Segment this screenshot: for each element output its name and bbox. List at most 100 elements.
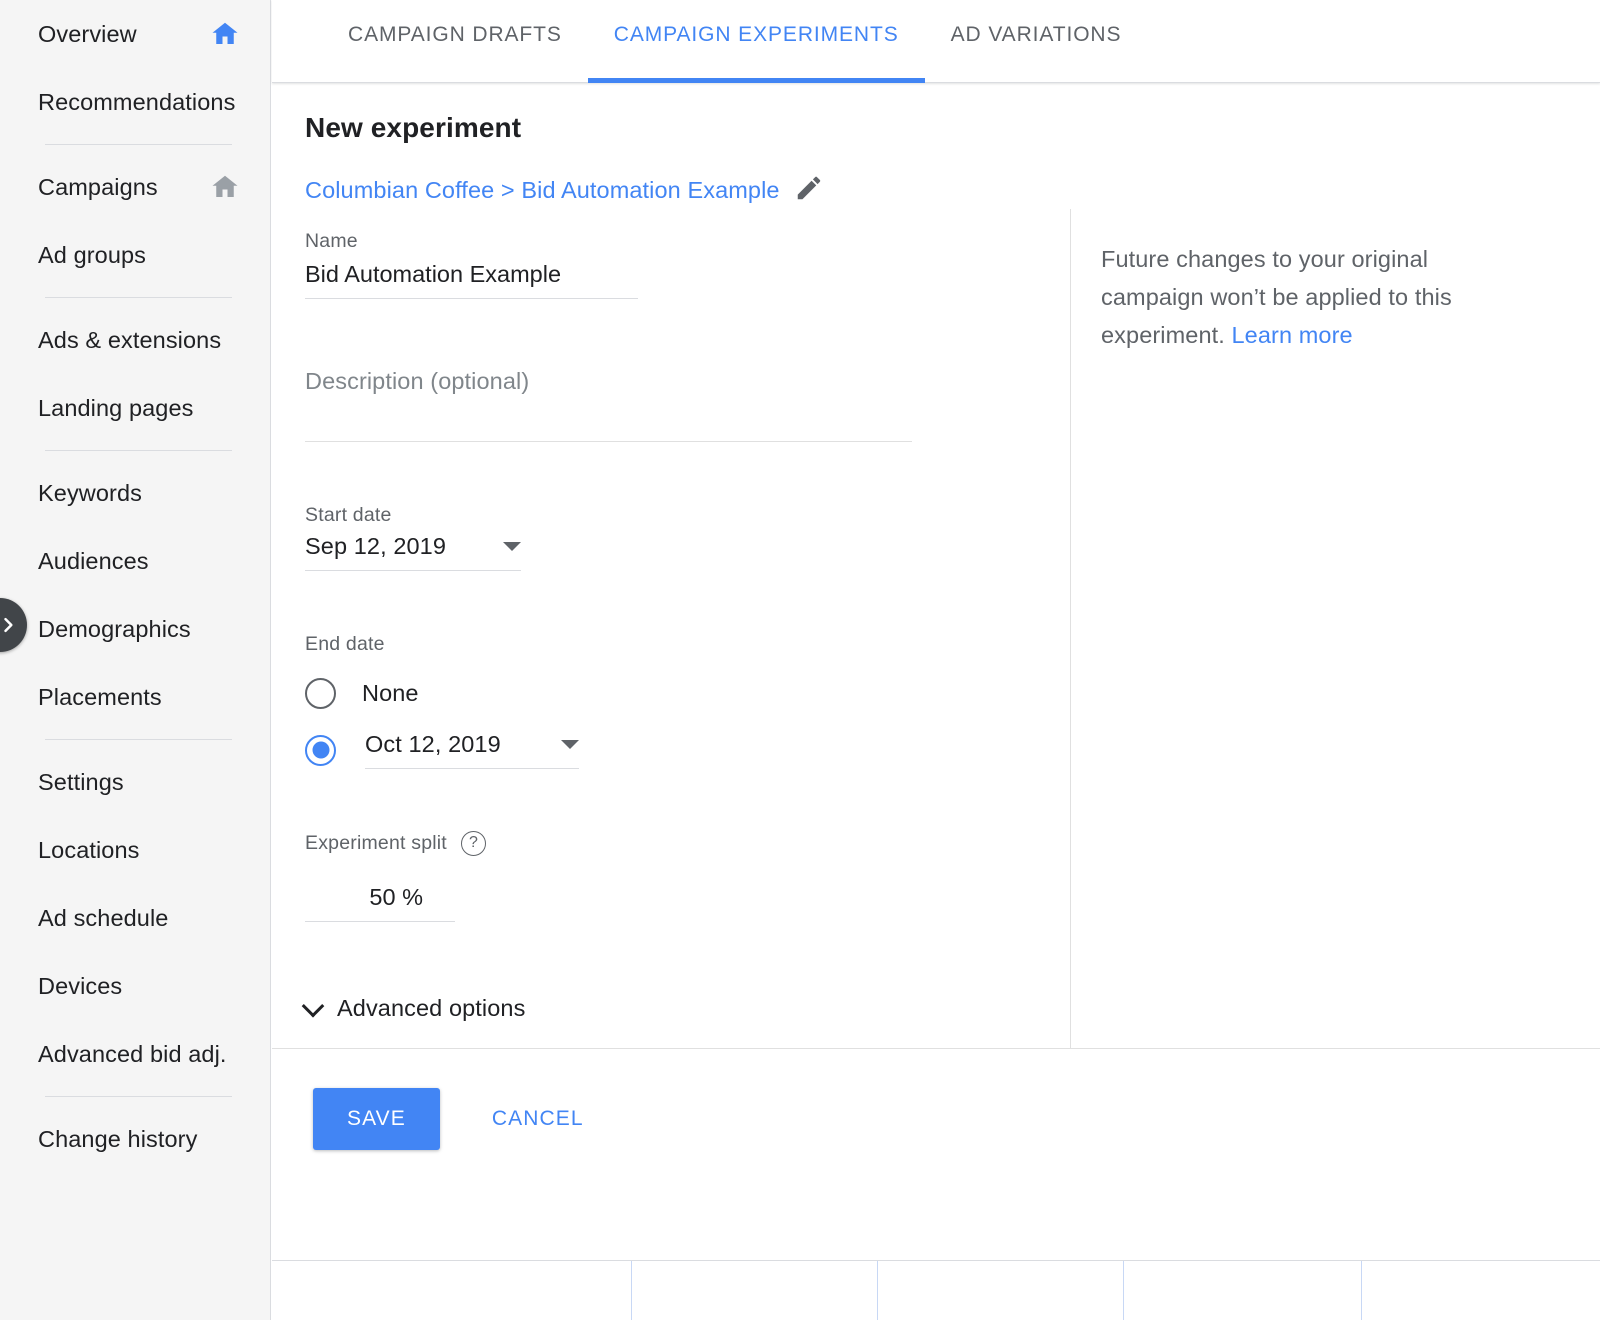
sidebar-item-audiences[interactable]: Audiences <box>0 527 270 595</box>
pencil-icon[interactable] <box>794 173 824 208</box>
sidebar-item-label: Demographics <box>38 616 191 643</box>
sidebar-item-label: Recommendations <box>38 89 235 116</box>
table-column-divider <box>1362 1261 1600 1320</box>
sidebar-item-advanced-bid-adj[interactable]: Advanced bid adj. <box>0 1020 270 1088</box>
radio-button-none[interactable] <box>305 678 336 709</box>
sidebar-item-recommendations[interactable]: Recommendations <box>0 68 270 136</box>
info-panel: Future changes to your original campaign… <box>1101 240 1491 354</box>
table-column-divider <box>878 1261 1124 1320</box>
tab-label: CAMPAIGN EXPERIMENTS <box>614 23 899 46</box>
vertical-divider <box>1070 209 1071 1185</box>
sidebar-item-label: Locations <box>38 837 140 864</box>
experiment-form-area: New experiment Columbian Coffee > Bid Au… <box>272 83 1600 1131</box>
sidebar-item-label: Landing pages <box>38 395 194 422</box>
end-date-none-label: None <box>362 680 419 707</box>
sidebar-item-keywords[interactable]: Keywords <box>0 459 270 527</box>
advanced-options-toggle[interactable]: Advanced options <box>305 995 1065 1022</box>
table-column-divider <box>632 1261 878 1320</box>
sidebar-group: Settings Locations Ad schedule Devices A… <box>0 748 270 1088</box>
learn-more-link[interactable]: Learn more <box>1232 322 1353 348</box>
left-sidebar: Overview Recommendations Campaigns Ad gr… <box>0 0 271 1320</box>
sidebar-item-label: Settings <box>38 769 124 796</box>
sidebar-item-label: Placements <box>38 684 162 711</box>
cancel-button[interactable]: CANCEL <box>472 1088 604 1150</box>
end-date-none-option[interactable]: None <box>305 678 1065 709</box>
chevron-down-icon <box>561 740 579 749</box>
radio-button-date[interactable] <box>305 735 336 766</box>
main-content: CAMPAIGN DRAFTS CAMPAIGN EXPERIMENTS AD … <box>272 0 1600 1320</box>
end-date-select[interactable]: Oct 12, 2019 <box>365 731 579 769</box>
breadcrumb: Columbian Coffee > Bid Automation Exampl… <box>305 173 1065 208</box>
sidebar-item-demographics[interactable]: Demographics <box>0 595 270 663</box>
description-input[interactable]: Description (optional) <box>305 368 912 442</box>
sidebar-item-locations[interactable]: Locations <box>0 816 270 884</box>
tab-campaign-drafts[interactable]: CAMPAIGN DRAFTS <box>322 23 588 47</box>
experiment-split-group: Experiment split ? 50 % <box>305 831 1065 922</box>
app-root: Overview Recommendations Campaigns Ad gr… <box>0 0 1600 1320</box>
tab-label: CAMPAIGN DRAFTS <box>348 23 562 46</box>
home-icon <box>210 19 240 49</box>
sidebar-item-label: Ad schedule <box>38 905 168 932</box>
name-label: Name <box>305 230 1065 253</box>
experiment-form: Columbian Coffee > Bid Automation Exampl… <box>305 173 1065 1022</box>
chevron-down-icon <box>503 542 521 551</box>
sidebar-item-ads-extensions[interactable]: Ads & extensions <box>0 306 270 374</box>
advanced-options-label: Advanced options <box>337 995 525 1022</box>
sidebar-item-label: Change history <box>38 1126 197 1153</box>
sidebar-group: Change history <box>0 1105 270 1173</box>
sidebar-item-landing-pages[interactable]: Landing pages <box>0 374 270 442</box>
end-date-value: Oct 12, 2019 <box>365 731 501 758</box>
sidebar-item-label: Ads & extensions <box>38 327 221 354</box>
sidebar-item-settings[interactable]: Settings <box>0 748 270 816</box>
help-circle-icon[interactable]: ? <box>461 831 486 856</box>
tab-campaign-experiments[interactable]: CAMPAIGN EXPERIMENTS <box>588 23 925 47</box>
sidebar-item-ad-schedule[interactable]: Ad schedule <box>0 884 270 952</box>
sidebar-item-ad-groups[interactable]: Ad groups <box>0 221 270 289</box>
sidebar-item-change-history[interactable]: Change history <box>0 1105 270 1173</box>
tab-label: AD VARIATIONS <box>951 23 1122 46</box>
sidebar-item-campaigns[interactable]: Campaigns <box>0 153 270 221</box>
sidebar-group: Keywords Audiences Demographics Placemen… <box>0 459 270 731</box>
page-title: New experiment <box>305 112 521 144</box>
chevron-right-icon <box>0 615 18 635</box>
form-footer: SAVE CANCEL <box>272 1048 1600 1260</box>
start-date-value: Sep 12, 2019 <box>305 533 446 560</box>
description-placeholder: Description (optional) <box>305 368 912 395</box>
table-header-peek <box>272 1260 1600 1320</box>
sidebar-item-label: Devices <box>38 973 122 1000</box>
sidebar-group: Campaigns Ad groups <box>0 153 270 289</box>
sidebar-item-label: Advanced bid adj. <box>38 1041 227 1068</box>
sidebar-item-overview[interactable]: Overview <box>0 0 270 68</box>
experiment-split-label: Experiment split <box>305 832 447 855</box>
name-input[interactable]: Bid Automation Example <box>305 261 638 299</box>
end-date-label: End date <box>305 633 1065 656</box>
chevron-down-icon <box>302 994 325 1017</box>
experiment-split-input[interactable]: 50 % <box>305 884 455 922</box>
table-column-divider <box>1124 1261 1362 1320</box>
sidebar-divider <box>45 297 232 298</box>
sidebar-item-label: Audiences <box>38 548 149 575</box>
sidebar-divider <box>45 1096 232 1097</box>
sidebar-group: Ads & extensions Landing pages <box>0 306 270 442</box>
sidebar-item-placements[interactable]: Placements <box>0 663 270 731</box>
sidebar-group: Overview Recommendations <box>0 0 270 136</box>
start-date-label: Start date <box>305 504 1065 527</box>
tab-bar: CAMPAIGN DRAFTS CAMPAIGN EXPERIMENTS AD … <box>272 0 1600 83</box>
save-button[interactable]: SAVE <box>313 1088 440 1150</box>
breadcrumb-link[interactable]: Columbian Coffee > Bid Automation Exampl… <box>305 177 780 204</box>
tab-ad-variations[interactable]: AD VARIATIONS <box>925 23 1148 47</box>
end-date-date-option[interactable]: Oct 12, 2019 <box>305 731 1065 769</box>
sidebar-item-label: Campaigns <box>38 174 158 201</box>
table-column-divider <box>272 1261 632 1320</box>
sidebar-divider <box>45 144 232 145</box>
name-field-group: Name Bid Automation Example <box>305 230 1065 299</box>
sidebar-divider <box>45 739 232 740</box>
home-icon <box>210 172 240 202</box>
sidebar-item-label: Overview <box>38 21 137 48</box>
sidebar-item-label: Keywords <box>38 480 142 507</box>
sidebar-divider <box>45 450 232 451</box>
start-date-group: Start date Sep 12, 2019 <box>305 504 1065 571</box>
sidebar-item-label: Ad groups <box>38 242 146 269</box>
sidebar-item-devices[interactable]: Devices <box>0 952 270 1020</box>
start-date-select[interactable]: Sep 12, 2019 <box>305 533 521 571</box>
